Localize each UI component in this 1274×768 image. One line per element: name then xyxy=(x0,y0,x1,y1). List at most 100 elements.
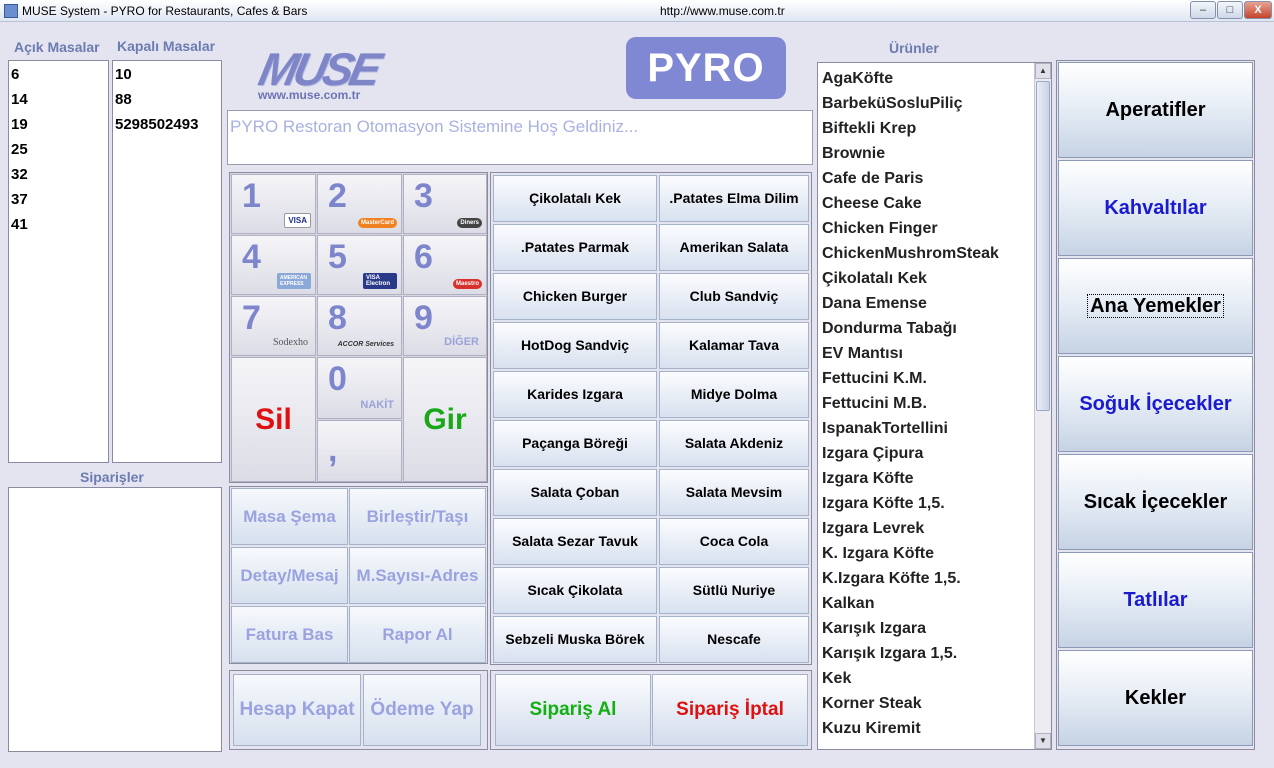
product-item[interactable]: Brownie xyxy=(818,141,1051,166)
quick-item-button[interactable]: Sütlü Nuriye xyxy=(659,567,809,614)
msayisi-adres-button[interactable]: M.Sayısı-Adres xyxy=(349,547,486,604)
quick-item-button[interactable]: Salata Akdeniz xyxy=(659,420,809,467)
scroll-down-icon[interactable]: ▼ xyxy=(1035,733,1051,749)
category-button[interactable]: Soğuk İçecekler xyxy=(1058,356,1253,452)
siparis-al-button[interactable]: Sipariş Al xyxy=(495,674,651,746)
product-item[interactable]: Biftekli Krep xyxy=(818,116,1051,141)
quick-item-button[interactable]: .Patates Elma Dilim xyxy=(659,175,809,222)
quick-item-button[interactable]: Amerikan Salata xyxy=(659,224,809,271)
open-table-item[interactable]: 25 xyxy=(9,137,108,162)
odeme-yap-button[interactable]: Ödeme Yap xyxy=(363,674,481,746)
product-item[interactable]: Kuzu Kiremit xyxy=(818,716,1051,741)
product-item[interactable]: Izgara Çipura xyxy=(818,441,1051,466)
open-table-item[interactable]: 6 xyxy=(9,62,108,87)
scroll-up-icon[interactable]: ▲ xyxy=(1035,63,1051,79)
key-7[interactable]: 7 Sodexho xyxy=(231,296,316,356)
category-button[interactable]: Kahvaltılar xyxy=(1058,160,1253,256)
masa-sema-button[interactable]: Masa Şema xyxy=(231,488,348,545)
open-table-item[interactable]: 14 xyxy=(9,87,108,112)
product-item[interactable]: EV Mantısı xyxy=(818,341,1051,366)
category-button[interactable]: Tatlılar xyxy=(1058,552,1253,648)
key-5[interactable]: 5 VISA Electron xyxy=(317,235,402,295)
quick-item-button[interactable]: Coca Cola xyxy=(659,518,809,565)
quick-item-button[interactable]: HotDog Sandviç xyxy=(493,322,657,369)
product-item[interactable]: Chicken Finger xyxy=(818,216,1051,241)
closed-table-item[interactable]: 88 xyxy=(113,87,221,112)
category-button[interactable]: Ana Yemekler xyxy=(1058,258,1253,354)
product-item[interactable]: Izgara Köfte xyxy=(818,466,1051,491)
key-8[interactable]: 8 ACCOR Services xyxy=(317,296,402,356)
product-item[interactable]: Karışık Izgara 1,5. xyxy=(818,641,1051,666)
product-item[interactable]: BarbeküSosluPiliç xyxy=(818,91,1051,116)
quick-item-button[interactable]: Sıcak Çikolata xyxy=(493,567,657,614)
hesap-kapat-button[interactable]: Hesap Kapat xyxy=(233,674,361,746)
fatura-bas-button[interactable]: Fatura Bas xyxy=(231,606,348,663)
quick-item-button[interactable]: Salata Mevsim xyxy=(659,469,809,516)
close-button[interactable]: X xyxy=(1244,1,1272,19)
orders-list[interactable] xyxy=(8,487,222,752)
gir-button[interactable]: Gir xyxy=(403,357,487,482)
product-item[interactable]: Fettucini K.M. xyxy=(818,366,1051,391)
product-item[interactable]: AgaKöfte xyxy=(818,66,1051,91)
quick-item-button[interactable]: Midye Dolma xyxy=(659,371,809,418)
category-label: Kahvaltılar xyxy=(1104,197,1207,219)
key-2[interactable]: 2 MasterCard xyxy=(317,174,402,234)
quick-item-button[interactable]: Kalamar Tava xyxy=(659,322,809,369)
product-item[interactable]: Dana Emense xyxy=(818,291,1051,316)
scroll-thumb[interactable] xyxy=(1036,81,1050,411)
quick-item-button[interactable]: Çikolatalı Kek xyxy=(493,175,657,222)
product-item[interactable]: Cheese Cake xyxy=(818,191,1051,216)
rapor-al-button[interactable]: Rapor Al xyxy=(349,606,486,663)
product-item[interactable]: Kek xyxy=(818,666,1051,691)
product-item[interactable]: Dondurma Tabağı xyxy=(818,316,1051,341)
product-item[interactable]: ChickenMushromSteak xyxy=(818,241,1051,266)
key-3[interactable]: 3 Diners xyxy=(403,174,487,234)
key-1[interactable]: 1 VISA xyxy=(231,174,316,234)
product-item[interactable]: Izgara Köfte 1,5. xyxy=(818,491,1051,516)
minimize-button[interactable]: – xyxy=(1190,1,1216,19)
product-item[interactable]: Karışık Izgara xyxy=(818,616,1051,641)
open-table-item[interactable]: 41 xyxy=(9,212,108,237)
products-list[interactable]: AgaKöfte BarbeküSosluPiliç Biftekli Krep Br… xyxy=(817,62,1052,750)
products-scrollbar[interactable]: ▲ ▼ xyxy=(1034,63,1051,749)
category-button[interactable]: Kekler xyxy=(1058,650,1253,746)
product-item[interactable]: Izgara Levrek xyxy=(818,516,1051,541)
key-4[interactable]: 4 AMERICAN EXPRESS xyxy=(231,235,316,295)
window-title: MUSE System - PYRO for Restaurants, Cafe… xyxy=(22,4,308,18)
product-item[interactable]: K. Izgara Köfte xyxy=(818,541,1051,566)
open-table-item[interactable]: 19 xyxy=(9,112,108,137)
key-6[interactable]: 6 Maestro xyxy=(403,235,487,295)
quick-item-button[interactable]: Sebzeli Muska Börek xyxy=(493,616,657,663)
product-item[interactable]: Cafe de Paris xyxy=(818,166,1051,191)
closed-table-item[interactable]: 10 xyxy=(113,62,221,87)
closed-table-item[interactable]: 5298502493 xyxy=(113,112,221,137)
quick-item-button[interactable]: Salata Çoban xyxy=(493,469,657,516)
product-item[interactable]: Korner Steak xyxy=(818,691,1051,716)
key-9[interactable]: 9 DİĞER xyxy=(403,296,487,356)
product-item[interactable]: K.Izgara Köfte 1,5. xyxy=(818,566,1051,591)
siparis-iptal-button[interactable]: Sipariş İptal xyxy=(652,674,808,746)
category-button[interactable]: Sıcak İçecekler xyxy=(1058,454,1253,550)
quick-item-button[interactable]: Club Sandviç xyxy=(659,273,809,320)
quick-item-button[interactable]: .Patates Parmak xyxy=(493,224,657,271)
quick-item-button[interactable]: Karides Izgara xyxy=(493,371,657,418)
key-comma[interactable]: , xyxy=(317,420,402,482)
quick-item-button[interactable]: Salata Sezar Tavuk xyxy=(493,518,657,565)
maximize-button[interactable]: □ xyxy=(1217,1,1243,19)
open-table-item[interactable]: 37 xyxy=(9,187,108,212)
key-0[interactable]: 0 NAKİT xyxy=(317,357,402,419)
open-tables-list[interactable]: 6 14 19 25 32 37 41 xyxy=(8,60,109,463)
quick-item-button[interactable]: Nescafe xyxy=(659,616,809,663)
sil-button[interactable]: Sil xyxy=(231,357,316,482)
closed-tables-list[interactable]: 10 88 5298502493 xyxy=(112,60,222,463)
quick-item-button[interactable]: Paçanga Böreği xyxy=(493,420,657,467)
product-item[interactable]: Fettucini M.B. xyxy=(818,391,1051,416)
category-button[interactable]: Aperatifler xyxy=(1058,62,1253,158)
quick-item-button[interactable]: Chicken Burger xyxy=(493,273,657,320)
product-item[interactable]: Çikolatalı Kek xyxy=(818,266,1051,291)
open-table-item[interactable]: 32 xyxy=(9,162,108,187)
detay-mesaj-button[interactable]: Detay/Mesaj xyxy=(231,547,348,604)
product-item[interactable]: Kalkan xyxy=(818,591,1051,616)
product-item[interactable]: IspanakTortellini xyxy=(818,416,1051,441)
birlestir-button[interactable]: Birleştir/Taşı xyxy=(349,488,486,545)
